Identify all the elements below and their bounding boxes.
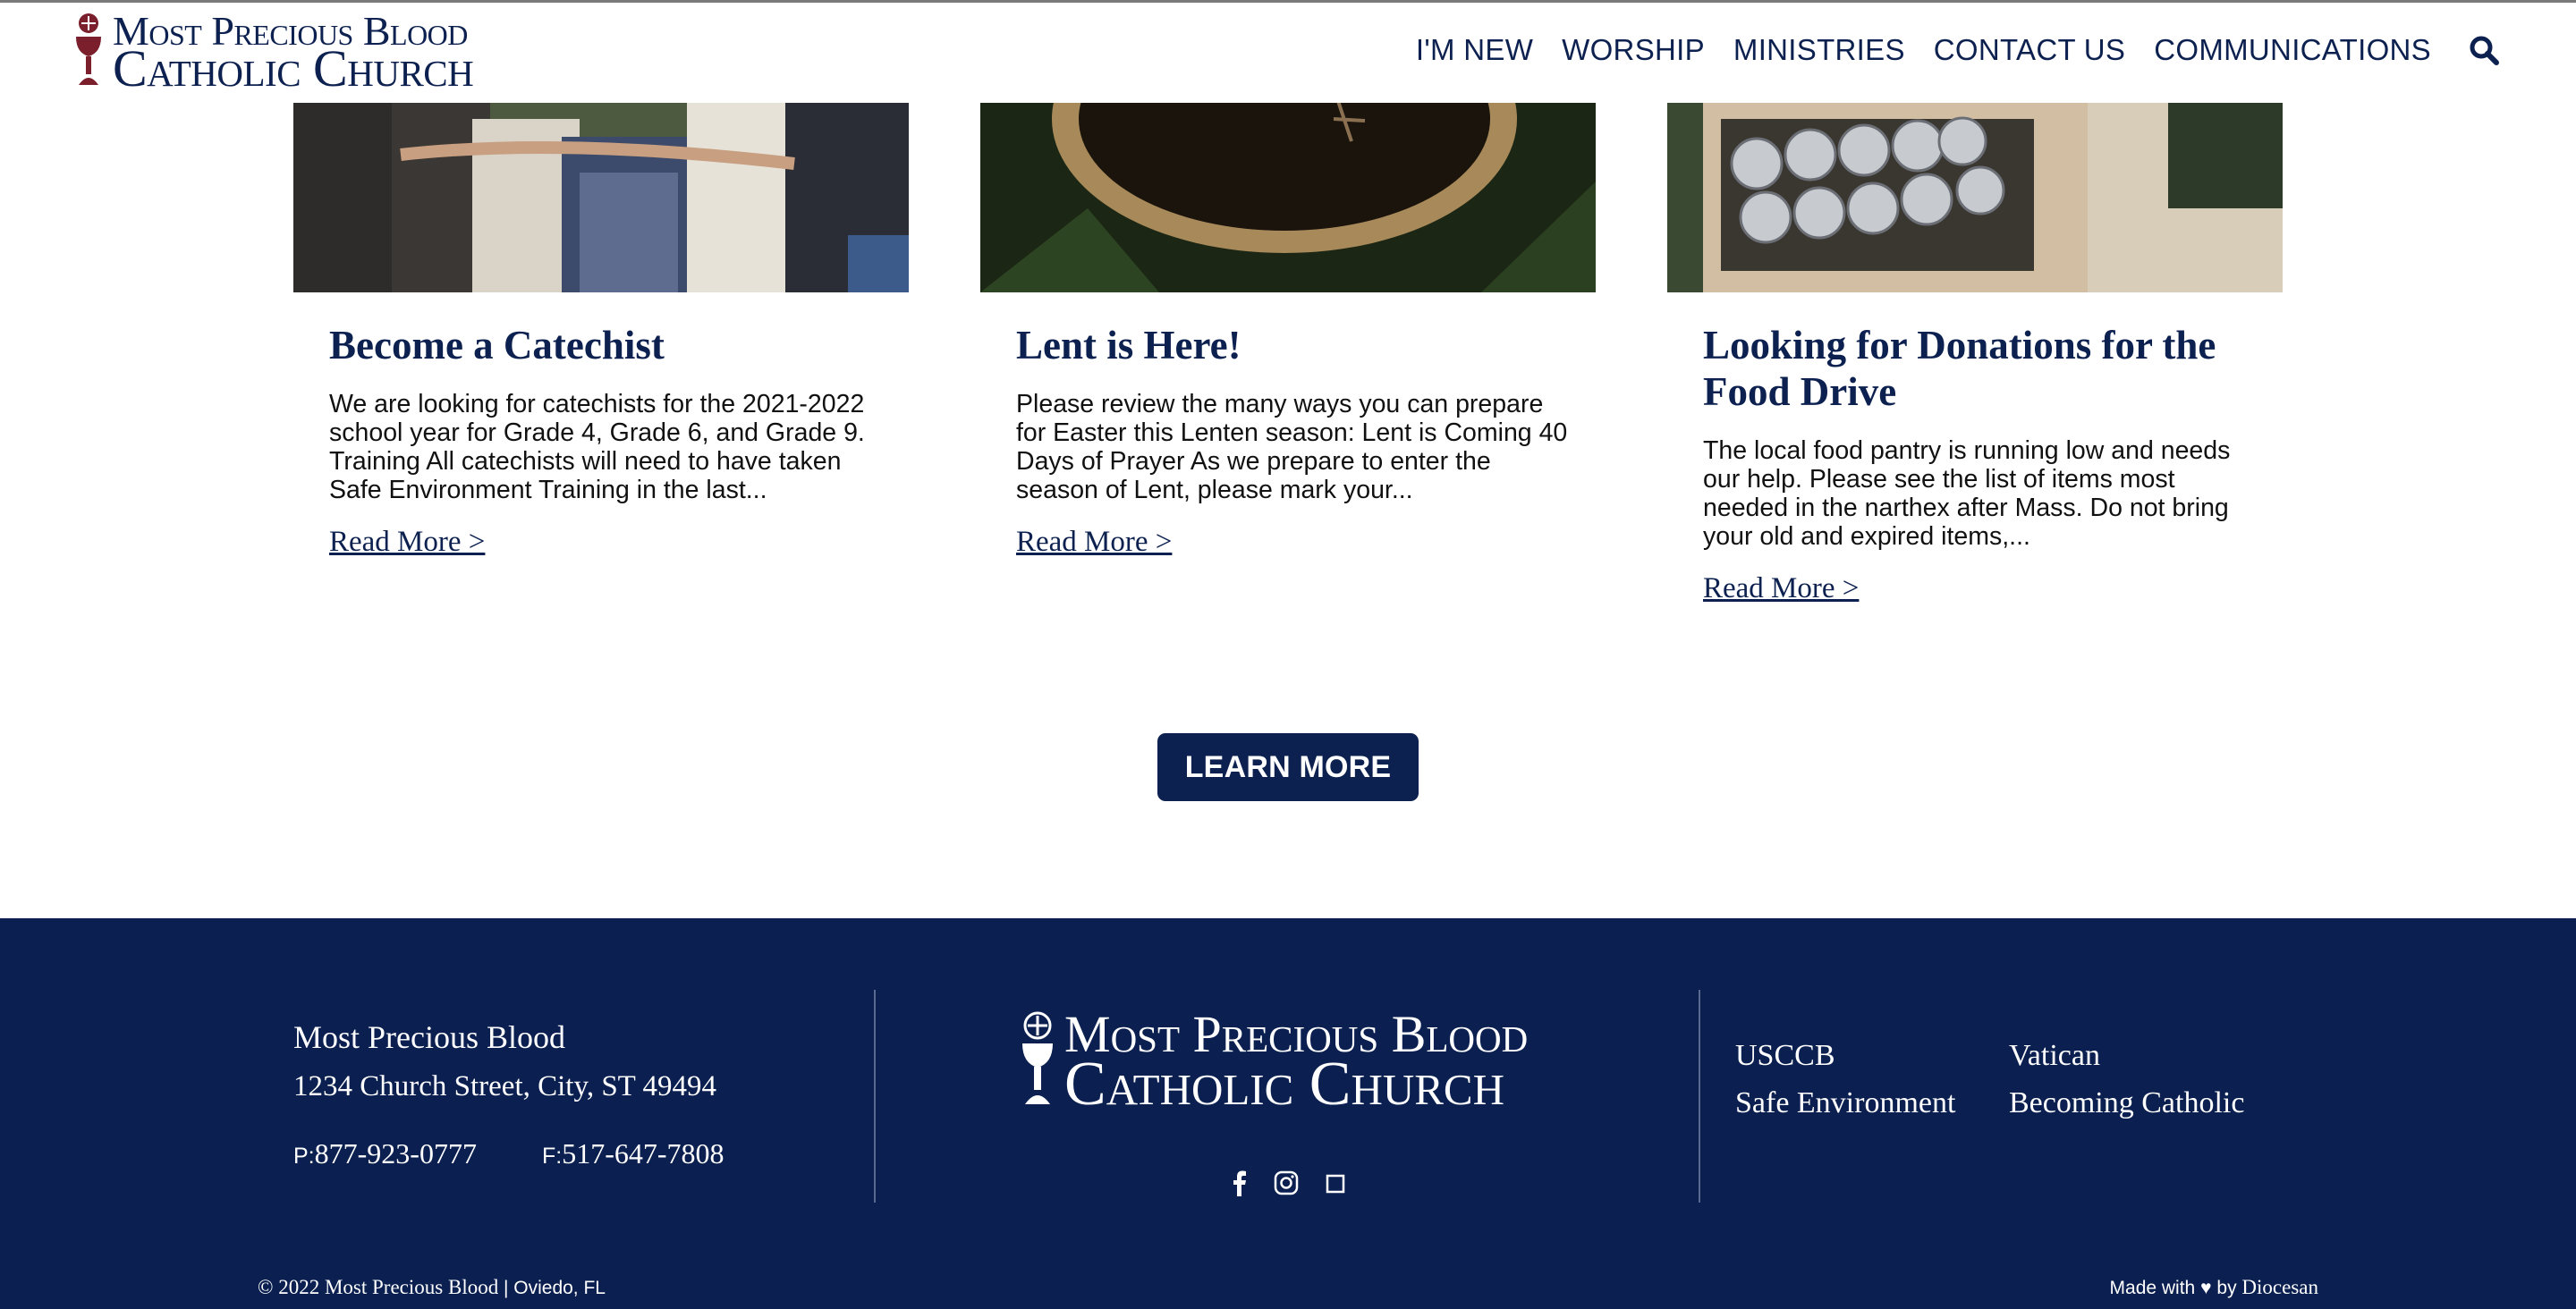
footer-divider [1699, 990, 1700, 1203]
footer-logo-text: Most Precious Blood Catholic Church [1064, 1008, 1528, 1119]
made-by-text: by [2216, 1278, 2237, 1298]
nav-ministries[interactable]: MINISTRIES [1733, 33, 1905, 67]
card-food-drive: Looking for Donations for the Food Drive… [1703, 322, 2258, 605]
nav-im-new[interactable]: I'M NEW [1416, 33, 1533, 67]
read-more-link[interactable]: Read More > [329, 526, 485, 559]
search-icon[interactable] [2469, 35, 2499, 65]
nav-contact-us[interactable]: CONTACT US [1934, 33, 2125, 67]
read-more-link[interactable]: Read More > [1703, 572, 1859, 605]
card-lent: Lent is Here! Please review the many way… [1016, 322, 1571, 559]
footer-link-becoming-catholic[interactable]: Becoming Catholic [2009, 1086, 2244, 1120]
fax-number: 517-647-7808 [562, 1137, 724, 1170]
lent-photo[interactable] [980, 101, 1596, 292]
phone-number: 877-923-0777 [314, 1137, 477, 1170]
footer-logo-line-2: Catholic Church [1064, 1050, 1504, 1119]
footer-link-vatican[interactable]: Vatican [2009, 1039, 2100, 1073]
food-drive-photo[interactable] [1667, 101, 2283, 292]
card-title[interactable]: Become a Catechist [329, 322, 884, 368]
footer-phone[interactable]: P:877-923-0777 [293, 1137, 477, 1170]
card-catechist: Become a Catechist We are looking for ca… [329, 322, 884, 559]
card-excerpt: The local food pantry is running low and… [1703, 436, 2231, 551]
phone-prefix: P: [293, 1144, 315, 1169]
site-footer: Most Precious Blood 1234 Church Street, … [0, 918, 2576, 1309]
nav-communications[interactable]: COMMUNICATIONS [2154, 33, 2431, 67]
main-nav: I'M NEW WORSHIP MINISTRIES CONTACT US CO… [1387, 33, 2499, 67]
fax-prefix: F: [542, 1144, 563, 1169]
site-header: Most Precious Blood Catholic Church I'M … [0, 3, 2576, 103]
made-brand: Diocesan [2241, 1276, 2318, 1298]
copyright-location: | Oviedo, FL [503, 1278, 606, 1298]
made-with-text: Made with [2109, 1278, 2196, 1298]
footer-link-safe-environment[interactable]: Safe Environment [1735, 1086, 1955, 1120]
chalice-icon [1022, 1011, 1053, 1104]
card-excerpt: We are looking for catechists for the 20… [329, 390, 865, 504]
footer-address: 1234 Church Street, City, ST 49494 [293, 1070, 716, 1102]
read-more-link[interactable]: Read More > [1016, 526, 1172, 559]
learn-more-button[interactable]: LEARN MORE [1157, 733, 1419, 801]
footer-fax: F:517-647-7808 [542, 1137, 724, 1170]
square-icon[interactable] [1326, 1174, 1345, 1194]
logo-text: Most Precious Blood Catholic Church [113, 11, 474, 97]
nav-worship[interactable]: WORSHIP [1562, 33, 1705, 67]
logo-line-2: Catholic Church [113, 39, 474, 97]
card-title[interactable]: Lent is Here! [1016, 322, 1571, 368]
copyright: © 2022 Most Precious Blood | Oviedo, FL [258, 1276, 606, 1299]
chalice-icon [76, 13, 101, 85]
site-logo[interactable]: Most Precious Blood Catholic Church [73, 10, 474, 97]
card-excerpt: Please review the many ways you can prep… [1016, 390, 1568, 504]
footer-logo[interactable]: Most Precious Blood Catholic Church [1020, 1008, 1528, 1119]
instagram-icon[interactable] [1274, 1170, 1299, 1195]
made-with-credit[interactable]: Made with ♥ by Diocesan [2110, 1276, 2318, 1299]
footer-link-usccb[interactable]: USCCB [1735, 1039, 1835, 1073]
copyright-text: © 2022 Most Precious Blood [258, 1276, 499, 1298]
facebook-icon[interactable] [1227, 1170, 1250, 1196]
catechist-photo[interactable] [293, 101, 909, 292]
card-title[interactable]: Looking for Donations for the Food Drive [1703, 322, 2258, 415]
footer-church-name: Most Precious Blood [293, 1019, 566, 1055]
heart-icon: ♥ [2200, 1278, 2212, 1298]
footer-divider [874, 990, 876, 1203]
